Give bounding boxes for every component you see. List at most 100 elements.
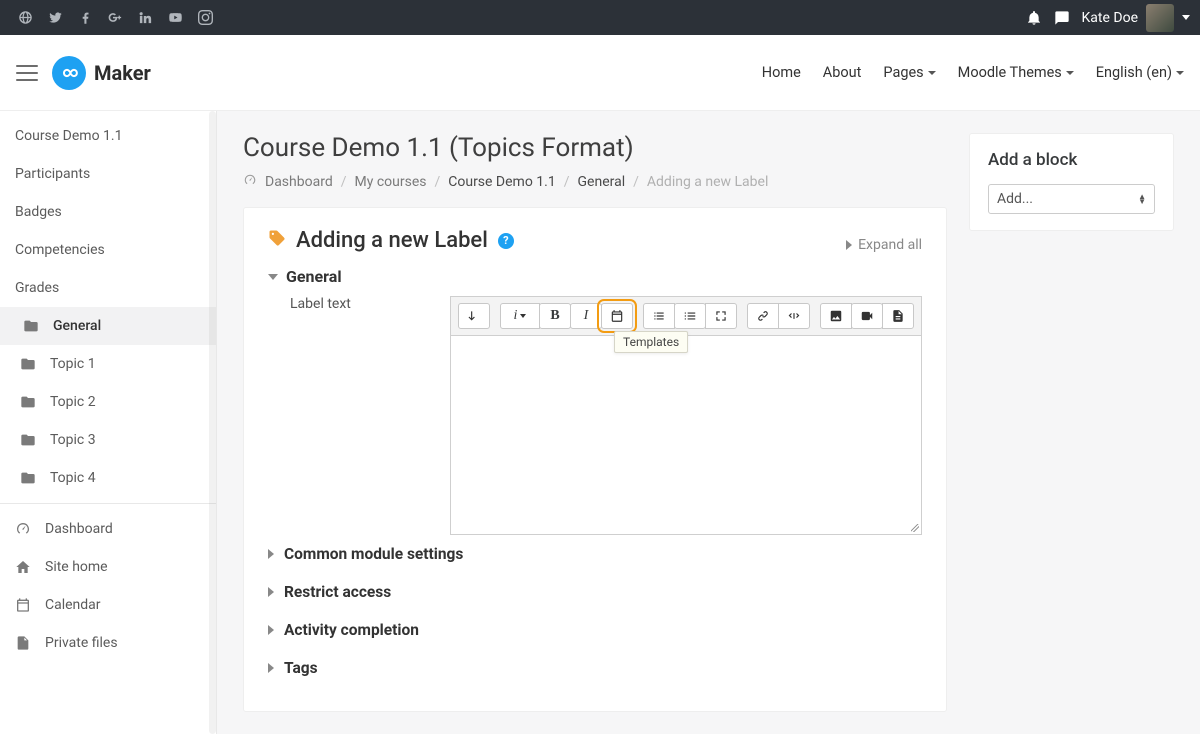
sidebar-item-label: Topic 3	[50, 432, 96, 448]
bc-dashboard[interactable]: Dashboard	[265, 174, 333, 190]
nav-themes[interactable]: Moodle Themes	[958, 64, 1074, 81]
bc-mycourses[interactable]: My courses	[355, 174, 427, 190]
main-nav: Home About Pages Moodle Themes English (…	[762, 64, 1184, 81]
instagram-icon[interactable]	[190, 3, 220, 33]
section-label: Common module settings	[284, 545, 463, 563]
calendar-icon	[15, 597, 33, 613]
page-title: Course Demo 1.1 (Topics Format)	[243, 133, 947, 163]
chevron-right-icon	[268, 663, 274, 673]
help-icon[interactable]: ?	[498, 233, 514, 249]
sidebar-item-general[interactable]: General	[0, 307, 216, 345]
user-menu[interactable]: Kate Doe	[1082, 4, 1190, 32]
rich-text-editor: i B I	[450, 296, 922, 535]
toolbar-ol-button[interactable]	[674, 303, 706, 329]
right-column: Add a block Add... ▲▼	[969, 133, 1174, 231]
sidebar-item-topic-3[interactable]: Topic 3	[0, 421, 216, 459]
linkedin-icon[interactable]	[130, 3, 160, 33]
toolbar-media-button[interactable]	[851, 303, 883, 329]
nav-themes-label: Moodle Themes	[958, 64, 1062, 81]
google-plus-icon[interactable]	[100, 3, 130, 33]
add-block-select[interactable]: Add... ▲▼	[988, 184, 1155, 214]
toolbar-unlink-button[interactable]	[778, 303, 810, 329]
sidebar-item-course[interactable]: Course Demo 1.1	[0, 117, 216, 155]
nav-pages[interactable]: Pages	[883, 64, 935, 81]
globe-icon[interactable]	[10, 3, 40, 33]
form-row-label-text: Label text i B I	[290, 296, 922, 535]
youtube-icon[interactable]	[160, 3, 190, 33]
sidebar-item-badges[interactable]: Badges	[0, 193, 216, 231]
sidebar-item-topic-4[interactable]: Topic 4	[0, 459, 216, 497]
chevron-right-icon	[268, 587, 274, 597]
form-card: Adding a new Label ? Expand all General …	[243, 207, 947, 712]
sidebar-divider	[0, 503, 216, 504]
chevron-down-icon	[1066, 71, 1074, 75]
section-tags[interactable]: Tags	[268, 649, 922, 687]
bc-course[interactable]: Course Demo 1.1	[448, 174, 555, 190]
label-text-editor[interactable]	[451, 336, 921, 524]
bc-current: Adding a new Label	[647, 174, 768, 190]
toolbar-templates-button[interactable]	[601, 303, 633, 329]
sidebar-item-participants[interactable]: Participants	[0, 155, 216, 193]
gauge-icon	[243, 173, 257, 191]
section-activity-completion[interactable]: Activity completion	[268, 611, 922, 649]
sidebar-item-label: Private files	[45, 635, 118, 651]
gauge-icon	[15, 521, 33, 537]
file-icon	[15, 635, 33, 651]
chevron-down-icon	[928, 71, 936, 75]
nav-home[interactable]: Home	[762, 64, 801, 81]
nav-pages-label: Pages	[883, 64, 923, 81]
folder-icon	[20, 432, 38, 448]
brand-logo[interactable]: Maker	[52, 56, 151, 90]
breadcrumb: Dashboard / My courses / Course Demo 1.1…	[243, 173, 947, 191]
sidebar: Course Demo 1.1 Participants Badges Comp…	[0, 111, 217, 734]
sidebar-item-label: Site home	[45, 559, 108, 575]
toolbar-image-button[interactable]	[820, 303, 852, 329]
card-title-text: Adding a new Label	[296, 228, 488, 253]
brand-name: Maker	[94, 61, 151, 85]
sidebar-item-privatefiles[interactable]: Private files	[0, 624, 216, 662]
sidebar-item-label: Dashboard	[45, 521, 113, 537]
sidebar-item-competencies[interactable]: Competencies	[0, 231, 216, 269]
chevron-right-icon	[268, 549, 274, 559]
toolbar-toggle-button[interactable]	[458, 303, 490, 329]
toolbar-ul-button[interactable]	[643, 303, 675, 329]
sidebar-item-label: Topic 4	[50, 470, 96, 486]
bc-sep: /	[564, 174, 570, 190]
nav-about[interactable]: About	[823, 64, 862, 81]
facebook-icon[interactable]	[70, 3, 100, 33]
toolbar-fullscreen-button[interactable]	[705, 303, 737, 329]
section-label: Restrict access	[284, 583, 391, 601]
user-name: Kate Doe	[1082, 10, 1138, 26]
toolbar-bold-button[interactable]: B	[539, 303, 571, 329]
notifications-icon[interactable]	[1026, 10, 1042, 26]
chevron-down-icon	[520, 314, 526, 318]
editor-toolbar: i B I	[451, 297, 921, 336]
bc-sep: /	[633, 174, 639, 190]
section-general[interactable]: General	[268, 267, 922, 286]
toolbar-italic-button[interactable]: I	[570, 303, 602, 329]
nav-lang-label: English (en)	[1096, 64, 1172, 81]
sidebar-item-grades[interactable]: Grades	[0, 269, 216, 307]
chevron-right-icon	[268, 625, 274, 635]
messages-icon[interactable]	[1054, 10, 1070, 26]
resize-handle[interactable]	[451, 524, 921, 534]
section-common-module-settings[interactable]: Common module settings	[268, 535, 922, 573]
sidebar-item-label: Topic 1	[50, 356, 96, 372]
toolbar-manage-files-button[interactable]	[882, 303, 914, 329]
section-label: Activity completion	[284, 621, 419, 639]
sidebar-item-sitehome[interactable]: Site home	[0, 548, 216, 586]
menu-toggle-icon[interactable]	[16, 65, 38, 81]
sidebar-item-dashboard[interactable]: Dashboard	[0, 510, 216, 548]
sidebar-item-topic-1[interactable]: Topic 1	[0, 345, 216, 383]
add-block-select-value: Add...	[997, 191, 1033, 207]
bc-section[interactable]: General	[578, 174, 626, 190]
sidebar-item-calendar[interactable]: Calendar	[0, 586, 216, 624]
add-block-title: Add a block	[988, 150, 1155, 170]
twitter-icon[interactable]	[40, 3, 70, 33]
nav-lang[interactable]: English (en)	[1096, 64, 1184, 81]
header-left: Maker	[16, 56, 151, 90]
sidebar-item-topic-2[interactable]: Topic 2	[0, 383, 216, 421]
toolbar-styles-button[interactable]: i	[500, 303, 540, 329]
toolbar-link-button[interactable]	[747, 303, 779, 329]
section-restrict-access[interactable]: Restrict access	[268, 573, 922, 611]
